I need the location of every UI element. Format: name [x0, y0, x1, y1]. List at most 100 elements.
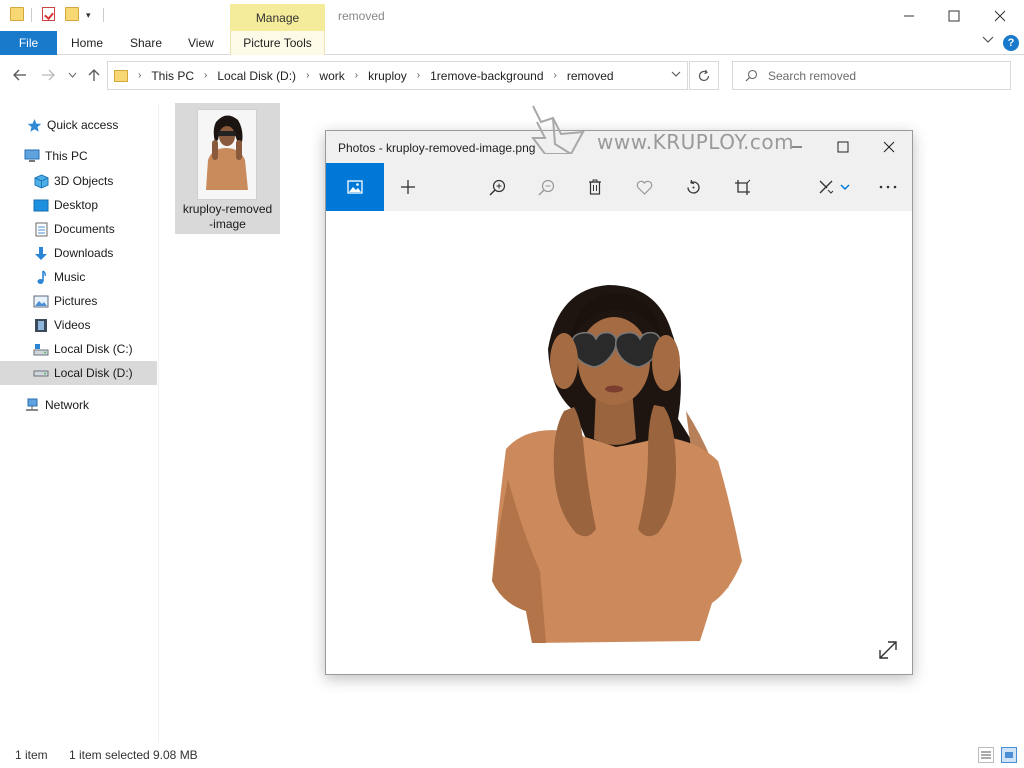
sidebar-item-label: Pictures	[54, 294, 98, 308]
chevron-down-icon	[68, 72, 76, 78]
sidebar-item-network[interactable]: Network	[0, 393, 157, 417]
breadcrumb-item[interactable]: 1remove-background	[430, 69, 543, 83]
sidebar-item-local-disk-d[interactable]: Local Disk (D:)	[0, 361, 157, 385]
properties-icon[interactable]	[42, 7, 55, 21]
delete-button[interactable]	[571, 163, 619, 211]
zoom-in-button[interactable]	[473, 163, 521, 211]
photos-window: Photos - kruploy-removed-image.png	[325, 130, 913, 675]
refresh-icon	[698, 69, 710, 81]
sidebar-item-label: 3D Objects	[54, 174, 114, 188]
close-icon	[994, 10, 1006, 21]
sidebar-item-videos[interactable]: Videos	[0, 313, 157, 337]
forward-arrow-icon	[42, 69, 55, 81]
sidebar-item-label: Quick access	[47, 118, 119, 132]
close-button[interactable]	[977, 0, 1023, 31]
breadcrumb-item[interactable]: Local Disk (D:)	[217, 69, 296, 83]
selection-info: 1 item selected	[69, 748, 150, 762]
maximize-button[interactable]	[931, 0, 977, 31]
item-count: 1 item	[15, 748, 48, 762]
sidebar-item-label: Desktop	[54, 198, 99, 212]
status-bar: 1 item 1 item selected 9.08 MB	[0, 742, 1024, 768]
video-icon	[33, 317, 49, 333]
large-icons-view-button[interactable]	[1001, 747, 1017, 763]
divider	[31, 8, 32, 22]
new-folder-icon[interactable]	[65, 7, 79, 21]
watermark: www.KRUPLOY.com	[525, 104, 805, 158]
photos-close-button[interactable]	[866, 131, 912, 163]
tab-picture-tools[interactable]: Picture Tools	[230, 31, 325, 55]
window-title: removed	[338, 9, 385, 23]
address-bar[interactable]: › This PC › Local Disk (D:) › work › kru…	[107, 61, 688, 90]
back-arrow-icon	[13, 69, 26, 81]
view-image-button[interactable]	[326, 163, 384, 211]
breadcrumb-item[interactable]: This PC	[151, 69, 194, 83]
sidebar-item-this-pc[interactable]: This PC	[0, 144, 157, 168]
refresh-button[interactable]	[689, 61, 719, 90]
recent-locations-button[interactable]	[62, 65, 82, 85]
details-view-button[interactable]	[978, 747, 994, 763]
back-button[interactable]	[10, 65, 30, 85]
sidebar-item-desktop[interactable]: Desktop	[0, 193, 157, 217]
customize-toolbar-icon[interactable]: ▾	[86, 10, 91, 21]
help-button[interactable]: ?	[1003, 35, 1019, 51]
edit-create-button[interactable]	[806, 163, 862, 211]
search-box[interactable]	[732, 61, 1011, 90]
network-icon	[24, 397, 40, 413]
minimize-button[interactable]	[886, 0, 932, 31]
help-icon: ?	[1003, 35, 1019, 51]
forward-button[interactable]	[38, 65, 58, 85]
chevron-right-icon[interactable]: ›	[306, 70, 309, 81]
rotate-button[interactable]	[669, 163, 717, 211]
full-screen-button[interactable]	[877, 639, 899, 661]
sidebar-item-local-disk-c[interactable]: Local Disk (C:)	[0, 337, 157, 361]
favorite-button[interactable]	[620, 163, 668, 211]
photo-canvas[interactable]	[326, 211, 912, 674]
sidebar-item-downloads[interactable]: Downloads	[0, 241, 157, 265]
origami-bird-icon	[531, 105, 585, 154]
sidebar-item-music[interactable]: Music	[0, 265, 157, 289]
chevron-right-icon[interactable]: ›	[355, 70, 358, 81]
photos-maximize-button[interactable]	[820, 131, 866, 163]
sidebar-item-3d-objects[interactable]: 3D Objects	[0, 169, 157, 193]
sidebar-item-pictures[interactable]: Pictures	[0, 289, 157, 313]
breadcrumb-item[interactable]: removed	[567, 69, 614, 83]
search-input[interactable]	[768, 68, 988, 83]
title-bar: ▾ Manage removed	[0, 0, 1024, 31]
breadcrumb-item[interactable]: work	[319, 69, 344, 83]
chevron-right-icon[interactable]: ›	[204, 70, 207, 81]
tab-file[interactable]: File	[0, 31, 57, 55]
photos-title: Photos - kruploy-removed-image.png	[338, 141, 536, 155]
zoom-out-button[interactable]	[522, 163, 570, 211]
more-button[interactable]	[864, 163, 912, 211]
maximize-icon	[948, 10, 960, 21]
breadcrumb-item[interactable]: kruploy	[368, 69, 407, 83]
address-dropdown-button[interactable]	[671, 69, 681, 80]
sidebar-item-documents[interactable]: Documents	[0, 217, 157, 241]
chevron-right-icon[interactable]: ›	[554, 70, 557, 81]
up-button[interactable]	[84, 65, 104, 85]
expand-ribbon-button[interactable]	[982, 36, 994, 44]
drive-icon	[33, 365, 49, 381]
sidebar-item-label: This PC	[45, 149, 88, 163]
add-button[interactable]	[384, 163, 432, 211]
chevron-right-icon[interactable]: ›	[417, 70, 420, 81]
image-icon	[347, 180, 363, 194]
sidebar-item-label: Network	[45, 398, 90, 412]
close-icon	[883, 141, 895, 153]
crop-button[interactable]	[718, 163, 766, 211]
drive-icon	[33, 341, 49, 357]
tab-share[interactable]: Share	[130, 31, 162, 55]
details-view-icon	[981, 751, 991, 759]
file-name: kruploy-removed -image	[182, 202, 273, 231]
sidebar-item-label: Downloads	[54, 246, 114, 260]
navigation-pane: Quick access This PC 3D Objects Desktop …	[0, 104, 159, 742]
file-item[interactable]: kruploy-removed -image	[175, 103, 280, 234]
document-icon	[33, 221, 49, 237]
computer-icon	[24, 148, 40, 164]
zoom-in-icon	[489, 179, 505, 195]
tab-view[interactable]: View	[188, 31, 214, 55]
minimize-icon	[904, 15, 914, 16]
sidebar-item-quick-access[interactable]: Quick access	[0, 113, 157, 137]
tab-manage[interactable]: Manage	[230, 4, 325, 31]
tab-home[interactable]: Home	[71, 31, 103, 55]
